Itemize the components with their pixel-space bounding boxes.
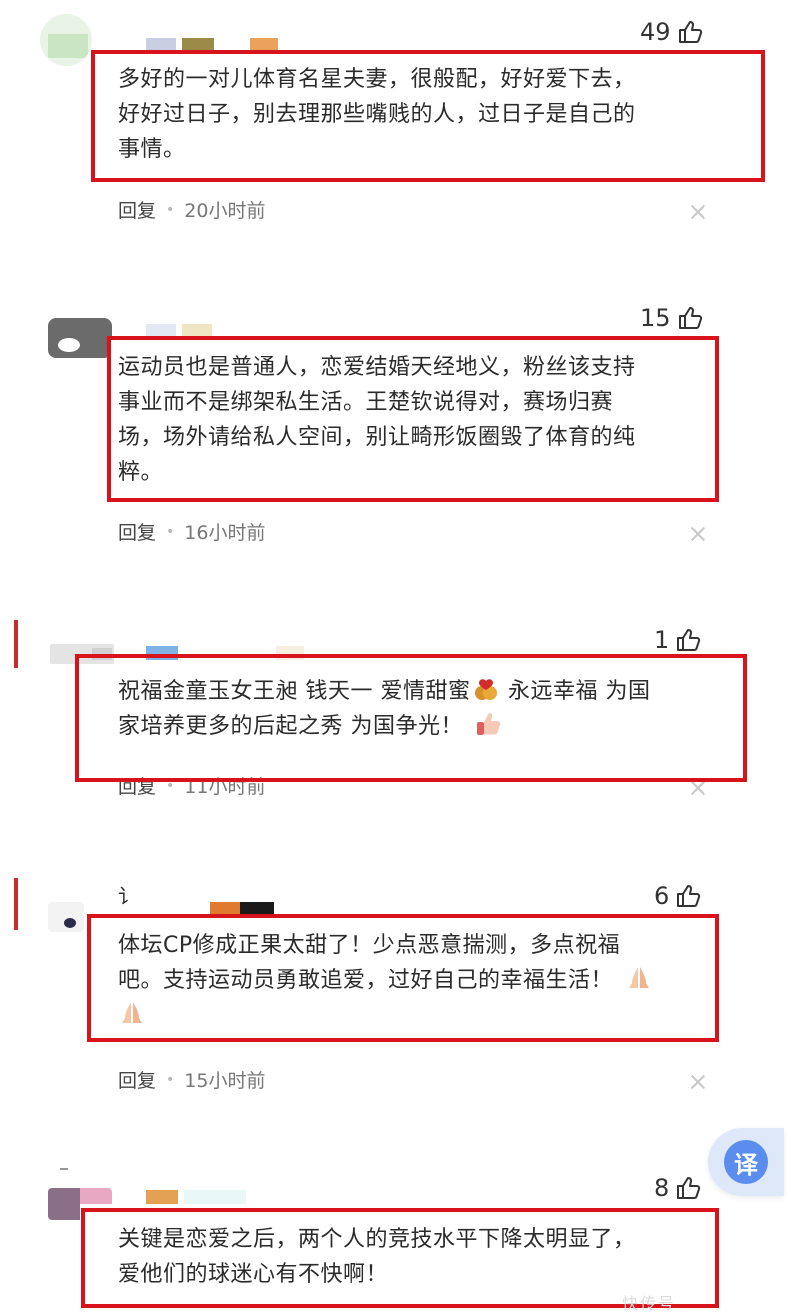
like-button[interactable]: 6 [654, 876, 701, 916]
thumbs-up-emoji-icon [475, 710, 501, 736]
comment-text: 运动员也是普通人，恋爱结婚天经地义，粉丝该支持 事业而不是绑架私生活。王楚钦说得… [118, 355, 636, 485]
close-icon[interactable] [690, 1074, 706, 1090]
thumbs-up-icon [678, 307, 702, 329]
reply-button[interactable]: 回复 [118, 196, 156, 223]
thumbs-up-icon [678, 21, 702, 43]
reply-button[interactable]: 回复 [118, 1066, 156, 1093]
comment-text: 体坛CP修成正果太甜了！少点恶意揣测，多点祝福 吧。支持运动员勇敢追爱，过好自己… [118, 928, 714, 1033]
like-count: 6 [654, 882, 670, 910]
avatar[interactable] [48, 318, 112, 358]
like-count: 15 [640, 304, 671, 332]
close-icon[interactable] [690, 526, 706, 542]
pray-emoji-icon [625, 964, 651, 990]
like-count: 49 [640, 18, 671, 46]
timestamp: 15小时前 [184, 1070, 266, 1092]
timestamp: 16小时前 [184, 522, 266, 544]
thumbs-up-icon [677, 885, 701, 907]
avatar[interactable] [40, 14, 92, 66]
left-accent-bar [14, 620, 18, 668]
separator-dot: • [166, 201, 175, 218]
translate-icon: 译 [724, 1140, 768, 1184]
comment-text: 祝福金童玉女王昶 钱天一 爱情甜蜜 永远幸福 为国 家培养更多的后起之秀 为国争… [118, 677, 651, 739]
like-count: 8 [654, 1174, 670, 1202]
comment-text: 多好的一对儿体育名星夫妻，很般配，好好爱下去， 好好过日子，别去理那些嘴贱的人，… [118, 67, 636, 162]
username-redacted[interactable] [146, 1190, 252, 1204]
left-accent-bar [60, 1168, 68, 1170]
watermark: 快传号 [622, 1294, 677, 1313]
separator-dot: • [166, 523, 175, 540]
translate-button[interactable]: 译 [708, 1128, 784, 1196]
pray-emoji-icon [118, 999, 144, 1025]
close-icon[interactable] [690, 780, 706, 796]
timestamp: 20小时前 [184, 200, 266, 222]
separator-dot: • [166, 1071, 175, 1088]
left-accent-bar [14, 878, 18, 930]
username-fragment[interactable]: 讠 [118, 880, 138, 909]
like-button[interactable]: 8 [654, 1168, 701, 1208]
reply-button[interactable]: 回复 [118, 518, 156, 545]
heart-emoji-icon [473, 677, 499, 703]
thumbs-up-icon [677, 629, 701, 651]
like-button[interactable]: 15 [640, 298, 703, 338]
thumbs-up-icon [677, 1177, 701, 1199]
close-icon[interactable] [690, 204, 706, 220]
avatar[interactable] [48, 902, 84, 932]
like-button[interactable]: 49 [640, 12, 703, 52]
like-count: 1 [654, 626, 670, 654]
comment-text: 关键是恋爱之后，两个人的竞技水平下降太明显了， 爱他们的球迷心有不快啊！ [118, 1227, 636, 1287]
